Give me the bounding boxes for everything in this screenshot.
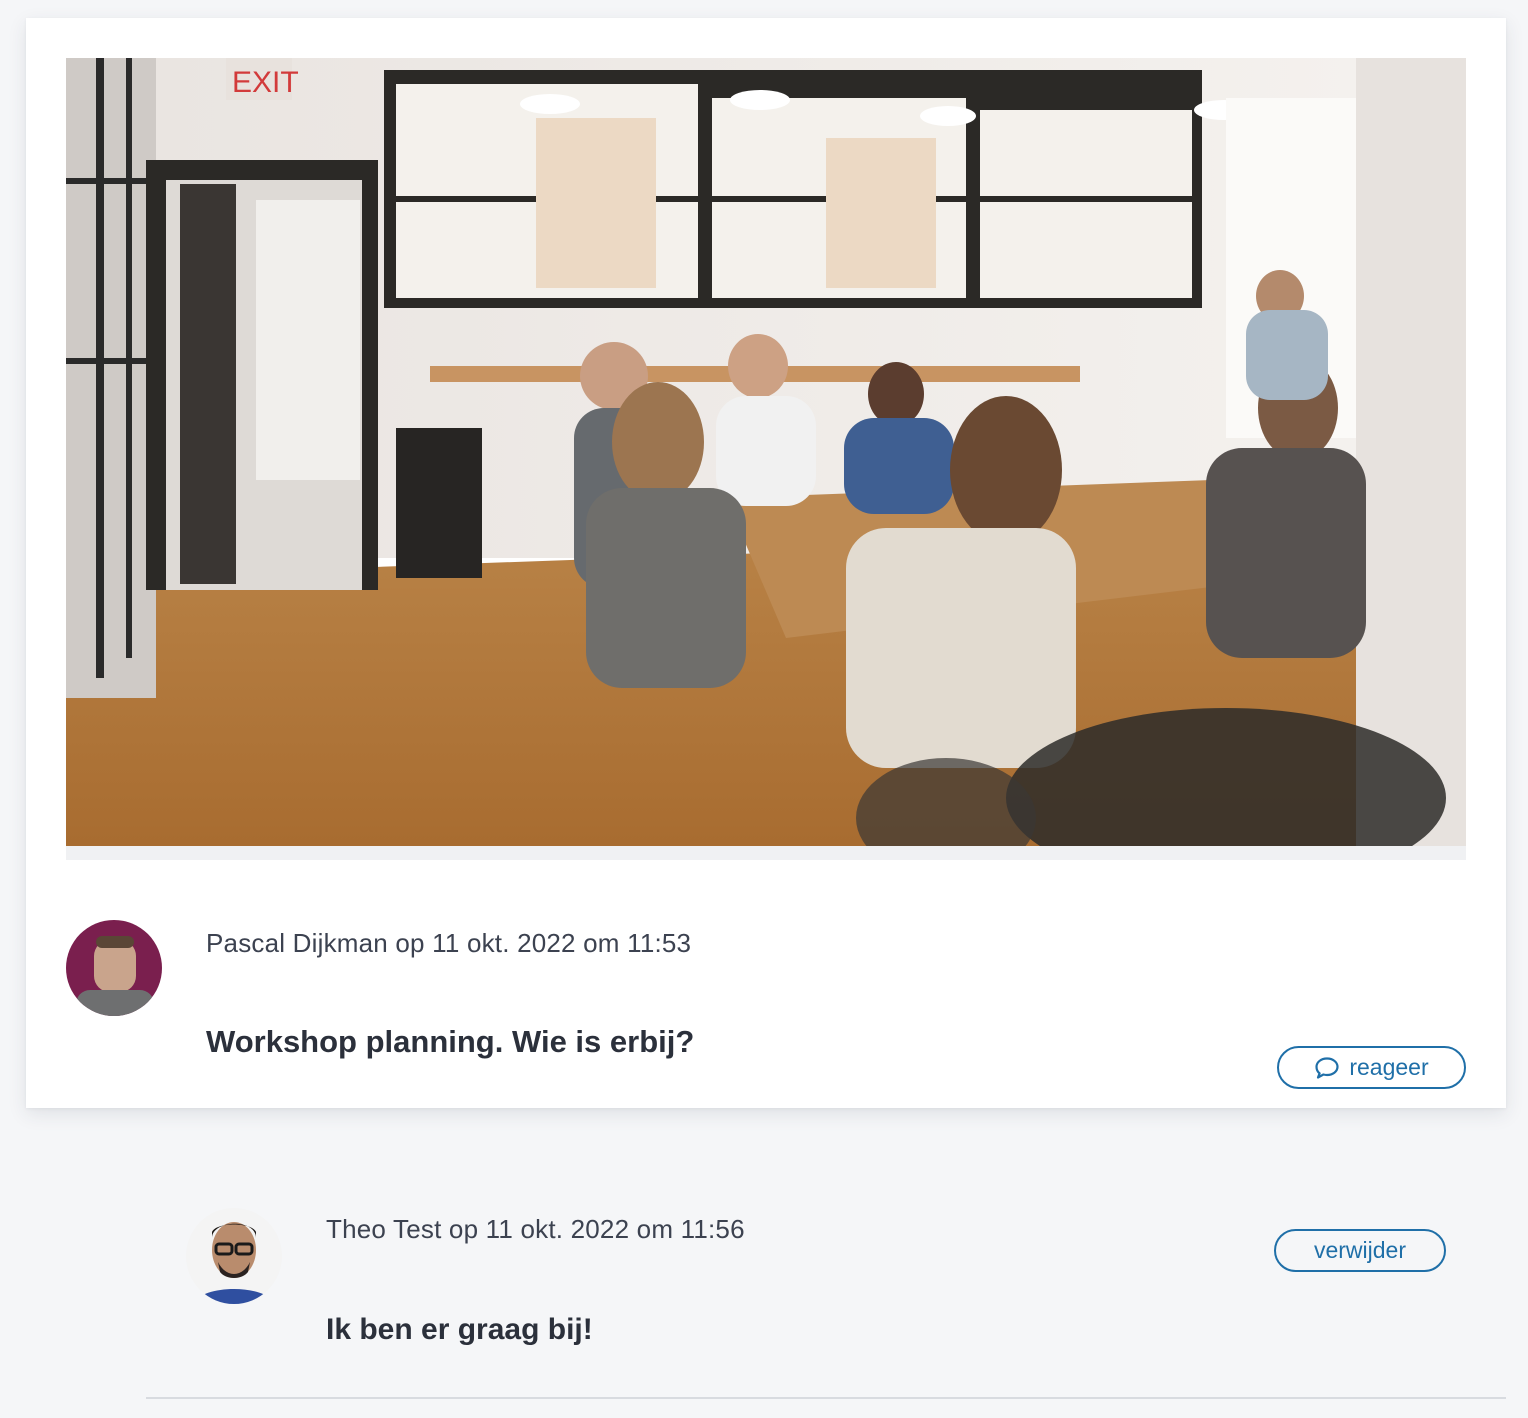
photo-bottom-strip [66, 846, 1466, 860]
svg-text:EXIT: EXIT [232, 66, 299, 99]
post-meta: Pascal Dijkman op 11 okt. 2022 om 11:53 [206, 928, 692, 958]
comment-divider [146, 1397, 1506, 1399]
reply-button[interactable]: reageer [1277, 1046, 1466, 1089]
post-photo[interactable]: EXIT [66, 58, 1466, 846]
reply-label: reageer [1349, 1054, 1429, 1080]
comment-message: Ik ben er graag bij! [326, 1313, 593, 1346]
speech-bubble-icon [1315, 1056, 1339, 1079]
delete-button[interactable]: verwijder [1274, 1229, 1446, 1272]
author-avatar[interactable] [66, 920, 162, 1016]
commenter-avatar[interactable] [186, 1208, 282, 1304]
post-card: EXIT Pascal Dijkman op 11 okt. 2022 om 1… [26, 18, 1506, 1108]
post-message: Workshop planning. Wie is erbij? [206, 1024, 695, 1059]
comment-meta: Theo Test op 11 okt. 2022 om 11:56 [326, 1214, 745, 1244]
